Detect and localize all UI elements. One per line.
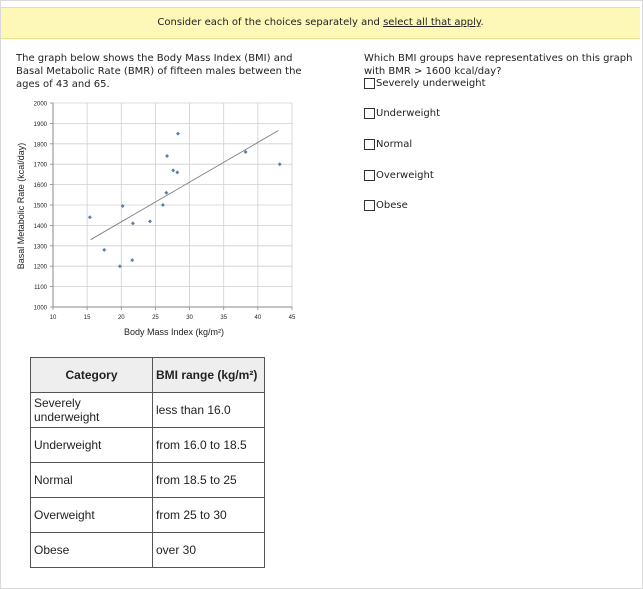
point-layer [87,131,282,269]
x-tick-label: 20 [118,315,125,321]
table-cell-range: from 16.0 to 18.5 [152,427,265,463]
x-tick-label: 10 [50,315,57,321]
banner-period: . [480,17,484,28]
data-point [130,258,135,263]
header-category: Category [30,357,153,393]
table-row: Severely underweight less than 16.0 [30,392,265,428]
question-text: The graph below shows the Body Mass Inde… [16,53,302,90]
option-normal[interactable]: Normal [364,139,412,150]
data-point [87,215,92,220]
y-tick-label: 1200 [34,265,48,271]
table-cell-range: over 30 [152,532,265,568]
option-underweight[interactable]: Underweight [364,108,440,119]
checkbox-overweight[interactable] [364,170,375,181]
table-cell-category: Severely underweight [30,392,153,428]
y-tick-label: 1600 [34,183,48,189]
x-tick-label: 15 [84,315,91,321]
x-tick-label: 35 [220,315,227,321]
axis-layer: 1000 1100 1200 1300 1400 1500 1600 1700 1800 1900… [34,102,296,322]
option-label: Severely underweight [376,78,486,89]
data-point [102,247,107,252]
y-tick-label: 1400 [34,224,48,230]
option-severely-underweight[interactable]: Severely underweight [364,78,486,89]
table-row: Underweight from 16.0 to 18.5 [30,427,265,463]
table-row: Normal from 18.5 to 25 [30,462,265,498]
data-point [147,219,152,224]
data-point [171,168,176,173]
table-row: Obese over 30 [30,532,265,568]
y-tick-label: 1800 [34,142,48,148]
checkbox-underweight[interactable] [364,108,375,119]
y-tick-label: 1100 [34,285,48,291]
table-cell-category: Underweight [30,427,153,463]
table-cell-range: from 25 to 30 [152,497,265,533]
y-tick-label: 1900 [34,122,48,128]
data-point [165,154,170,159]
table-header-row: Category BMI range (kg/m²) [30,357,265,393]
choice-prompt: Which BMI groups have representatives on… [364,53,633,77]
data-point [160,203,165,207]
select-all-link[interactable]: select all that apply [383,17,480,28]
option-label: Obese [376,200,408,211]
table-cell-range: less than 16.0 [152,392,265,428]
trend-layer [90,130,279,241]
header-bmi-range: BMI range (kg/m²) [152,357,265,393]
x-tick-label: 25 [152,315,159,321]
y-tick-label: 1500 [34,204,48,210]
y-tick-label: 2000 [34,102,48,108]
option-label: Overweight [376,170,434,181]
bmi-category-table: Category BMI range (kg/m²) Severely unde… [30,357,265,568]
data-point [277,162,282,167]
y-tick-label: 1300 [34,244,48,250]
data-point [175,170,180,175]
x-axis-label: Body Mass Index (kg/m²) [124,327,224,337]
bmi-bmr-scatter-chart: 1000 1100 1200 1300 1400 1500 1600 1700 1800 1900… [14,96,314,342]
table-cell-category: Normal [30,462,153,498]
banner-text: Consider each of the choices separately … [157,17,384,28]
trend-line [90,130,279,241]
option-obese[interactable]: Obese [364,200,408,211]
grid-layer [52,102,293,308]
checkbox-obese[interactable] [364,200,375,211]
data-point [175,131,180,136]
checkbox-normal[interactable] [364,139,375,150]
option-label: Normal [376,139,413,150]
x-tick-label: 45 [289,315,296,321]
x-tick-label: 30 [186,315,193,321]
data-point [130,221,135,226]
instruction-banner: Consider each of the choices separately … [1,7,640,39]
x-tick-label: 40 [255,315,262,321]
y-tick-label: 1700 [34,163,48,169]
table-cell-category: Overweight [30,497,153,533]
chart-svg: 1000 1100 1200 1300 1400 1500 1600 1700 1800 1900… [16,102,296,338]
table-cell-range: from 18.5 to 25 [152,462,265,498]
table-cell-category: Obese [30,532,153,568]
option-overweight[interactable]: Overweight [364,170,434,181]
data-point [164,190,169,195]
table-row: Overweight from 25 to 30 [30,497,265,533]
y-tick-label: 1000 [34,306,48,312]
checkbox-severely-underweight[interactable] [364,78,375,89]
y-axis-label: Basal Metabolic Rate (kcal/day) [16,143,26,270]
option-label: Underweight [376,108,440,119]
